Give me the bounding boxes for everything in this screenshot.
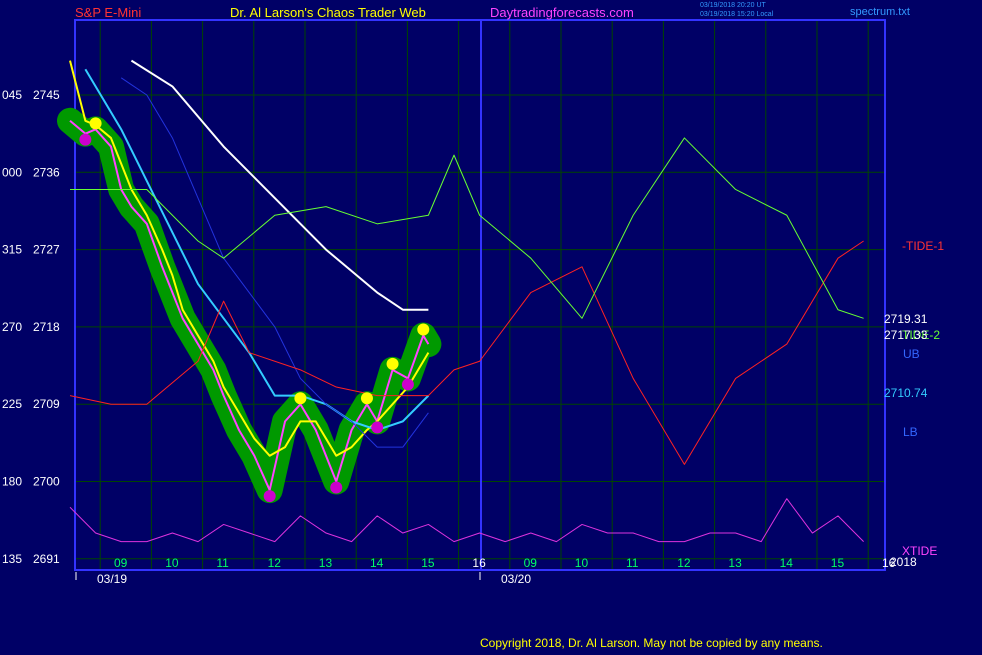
x-tick-label-hour: 11 bbox=[626, 556, 639, 570]
x-tick-label-hour: 15 bbox=[421, 556, 435, 570]
x-tick-label-hour: 09 bbox=[524, 556, 538, 570]
x-tick-label-hour: 15 bbox=[831, 556, 845, 570]
y-tick-label-degree: 270 bbox=[2, 320, 22, 334]
symbol-label: S&P E-Mini bbox=[75, 5, 141, 20]
x-tick-label-hour: 10 bbox=[165, 556, 179, 570]
y-tick-label-degree: 315 bbox=[2, 243, 22, 257]
swing-low-marker bbox=[371, 421, 384, 434]
swing-low-marker bbox=[79, 133, 92, 146]
swing-high-marker bbox=[360, 392, 373, 405]
x-tick-label-hour: 14 bbox=[780, 556, 794, 570]
y-tick-label-degree: 045 bbox=[2, 88, 22, 102]
x-tick-label-hour: 11 bbox=[216, 556, 229, 570]
tide1-label: -TIDE-1 bbox=[902, 239, 944, 253]
timestamp-ut: 03/19/2018 20:20 UT bbox=[700, 2, 766, 9]
year-label: 2018 bbox=[890, 555, 917, 569]
copyright-notice: Copyright 2018, Dr. Al Larson. May not b… bbox=[480, 636, 823, 650]
chart-svg: 045 2745 000 2736 315 2727 270 2718 225 2709 180 27… bbox=[0, 0, 982, 650]
y-tick-label-price: 2736 bbox=[33, 165, 60, 179]
y-tick-label-price: 2718 bbox=[33, 320, 60, 334]
y-tick-label-degree: 180 bbox=[2, 475, 22, 489]
corner-file-label: spectrum.txt bbox=[850, 6, 910, 18]
x-tick-label-hour: 10 bbox=[575, 556, 589, 570]
swing-low-marker bbox=[330, 481, 343, 494]
swing-low-marker bbox=[401, 378, 414, 391]
y-tick-label-price: 2709 bbox=[33, 397, 60, 411]
x-tick-label-hour: 16 bbox=[472, 556, 486, 570]
y-tick-label-degree: 135 bbox=[2, 552, 22, 566]
swing-high-marker bbox=[386, 357, 399, 370]
swing-high-marker bbox=[294, 392, 307, 405]
lb-label: LB bbox=[903, 425, 918, 439]
swing-high-marker bbox=[89, 117, 102, 130]
price-readout-current: 2717.33 bbox=[884, 328, 928, 342]
site-label: Daytradingforecasts.com bbox=[490, 5, 634, 20]
x-tick-label-hour: 14 bbox=[370, 556, 384, 570]
x-tick-label-hour: 13 bbox=[319, 556, 333, 570]
x-tick-label-hour: 13 bbox=[728, 556, 742, 570]
y-tick-label-price: 2691 bbox=[33, 552, 60, 566]
price-readout-slow: 2719.31 bbox=[884, 312, 928, 326]
chart-background bbox=[0, 0, 982, 650]
price-readout-mid: 2710.74 bbox=[884, 386, 928, 400]
x-day-label: 03/19 bbox=[97, 572, 127, 586]
y-tick-label-price: 2745 bbox=[33, 88, 60, 102]
chart: 045 2745 000 2736 315 2727 270 2718 225 2709 180 27… bbox=[0, 0, 982, 650]
x-tick-label-hour: 12 bbox=[268, 556, 282, 570]
x-day-label: 03/20 bbox=[501, 572, 531, 586]
x-tick-label-hour: 12 bbox=[677, 556, 691, 570]
timestamp-local: 03/19/2018 15:20 Local bbox=[700, 11, 774, 18]
y-tick-label-degree: 225 bbox=[2, 397, 22, 411]
y-tick-label-price: 2700 bbox=[33, 475, 60, 489]
swing-high-marker bbox=[417, 323, 430, 336]
ub-label: UB bbox=[903, 347, 920, 361]
y-tick-label-degree: 000 bbox=[2, 165, 22, 179]
y-tick-label-price: 2727 bbox=[33, 243, 60, 257]
swing-low-marker bbox=[263, 490, 276, 503]
chart-title: Dr. Al Larson's Chaos Trader Web bbox=[230, 5, 426, 20]
x-tick-label-hour: 09 bbox=[114, 556, 128, 570]
